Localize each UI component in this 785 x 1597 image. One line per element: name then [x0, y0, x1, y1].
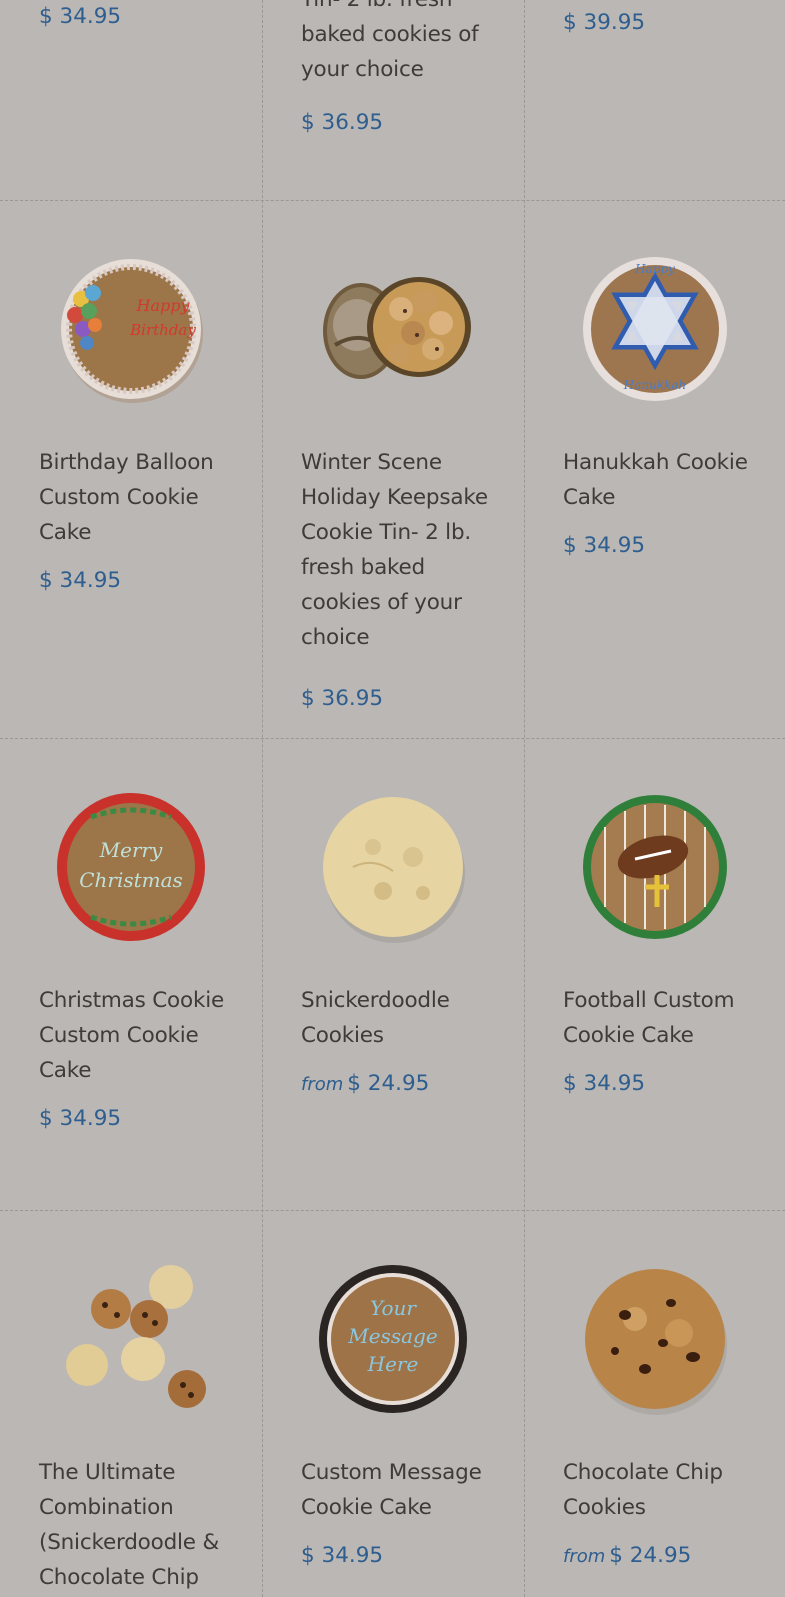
- product-price[interactable]: $ 34.95: [39, 4, 121, 29]
- combination-cookies-image[interactable]: [51, 1259, 211, 1419]
- snickerdoodle-cookie-image[interactable]: [313, 787, 473, 947]
- product-price[interactable]: $ 24.95: [347, 1071, 429, 1096]
- product-card[interactable]: Merry Christmas Christmas Cookie Custom …: [0, 738, 262, 1210]
- product-price-wrapper[interactable]: from $ 24.95: [301, 1071, 429, 1096]
- product-card[interactable]: Winter Scene Holiday Keepsake Cookie Tin…: [262, 200, 524, 738]
- hanukkah-cookie-cake-image[interactable]: Happy Hanukkah: [575, 249, 735, 409]
- product-price[interactable]: $ 39.95: [563, 10, 645, 35]
- from-label: from: [563, 1546, 606, 1567]
- christmas-cookie-cake-image[interactable]: Merry Christmas: [51, 787, 211, 947]
- svg-text:Merry: Merry: [99, 838, 163, 862]
- product-card[interactable]: The Ultimate Combination (Snickerdoodle …: [0, 1210, 262, 1597]
- svg-text:Your: Your: [370, 1296, 417, 1320]
- product-price[interactable]: $ 34.95: [39, 1106, 121, 1131]
- product-name[interactable]: Custom Message Cookie Cake: [301, 1455, 504, 1525]
- product-name[interactable]: Hanukkah Cookie Cake: [563, 445, 765, 515]
- svg-text:Hanukkah: Hanukkah: [622, 378, 686, 392]
- product-card[interactable]: Your Message Here Custom Message Cookie …: [262, 1210, 524, 1597]
- from-label: from: [301, 1074, 344, 1095]
- svg-text:Happy: Happy: [634, 262, 675, 276]
- product-name[interactable]: Tin- 2 lb. fresh baked cookies of your c…: [301, 0, 504, 87]
- product-name[interactable]: Snickerdoodle Cookies: [301, 983, 504, 1053]
- svg-text:Birthday: Birthday: [129, 321, 196, 339]
- product-card[interactable]: Happy Birthday Birthday Balloon Custom C…: [0, 200, 262, 738]
- svg-text:Message: Message: [347, 1324, 437, 1348]
- birthday-balloon-cookie-cake-image[interactable]: Happy Birthday: [51, 249, 211, 409]
- football-cookie-cake-image[interactable]: [575, 787, 735, 947]
- product-name[interactable]: Winter Scene Holiday Keepsake Cookie Tin…: [301, 445, 504, 655]
- svg-text:Happy: Happy: [135, 296, 190, 315]
- product-card[interactable]: $ 39.95: [524, 0, 785, 200]
- product-name[interactable]: The Ultimate Combination (Snickerdoodle …: [39, 1455, 242, 1595]
- product-price[interactable]: $ 34.95: [563, 533, 645, 558]
- product-card[interactable]: $ 34.95: [0, 0, 262, 200]
- product-card[interactable]: Football Custom Cookie Cake $ 34.95: [524, 738, 785, 1210]
- product-price[interactable]: $ 34.95: [563, 1071, 645, 1096]
- svg-text:Here: Here: [367, 1352, 419, 1376]
- product-name[interactable]: Christmas Cookie Custom Cookie Cake: [39, 983, 242, 1088]
- product-price[interactable]: $ 34.95: [39, 568, 121, 593]
- product-name[interactable]: Football Custom Cookie Cake: [563, 983, 765, 1053]
- product-name[interactable]: Birthday Balloon Custom Cookie Cake: [39, 445, 242, 550]
- product-price[interactable]: $ 36.95: [301, 686, 383, 711]
- chocolate-chip-cookie-image[interactable]: [575, 1259, 735, 1419]
- custom-message-cookie-cake-image[interactable]: Your Message Here: [313, 1259, 473, 1419]
- product-name[interactable]: Chocolate Chip Cookies: [563, 1455, 765, 1525]
- product-grid: $ 34.95 Tin- 2 lb. fresh baked cookies o…: [0, 0, 785, 1597]
- product-card[interactable]: Snickerdoodle Cookies from $ 24.95: [262, 738, 524, 1210]
- winter-scene-cookie-tin-image[interactable]: [313, 249, 473, 409]
- product-card[interactable]: Happy Hanukkah Hanukkah Cookie Cake $ 34…: [524, 200, 785, 738]
- product-price[interactable]: $ 36.95: [301, 110, 383, 135]
- svg-text:Christmas: Christmas: [79, 868, 183, 892]
- product-price[interactable]: $ 34.95: [301, 1543, 383, 1568]
- product-card[interactable]: Tin- 2 lb. fresh baked cookies of your c…: [262, 0, 524, 200]
- product-price[interactable]: $ 24.95: [609, 1543, 691, 1568]
- product-price-wrapper[interactable]: from $ 24.95: [563, 1543, 691, 1568]
- product-card[interactable]: Chocolate Chip Cookies from $ 24.95: [524, 1210, 785, 1597]
